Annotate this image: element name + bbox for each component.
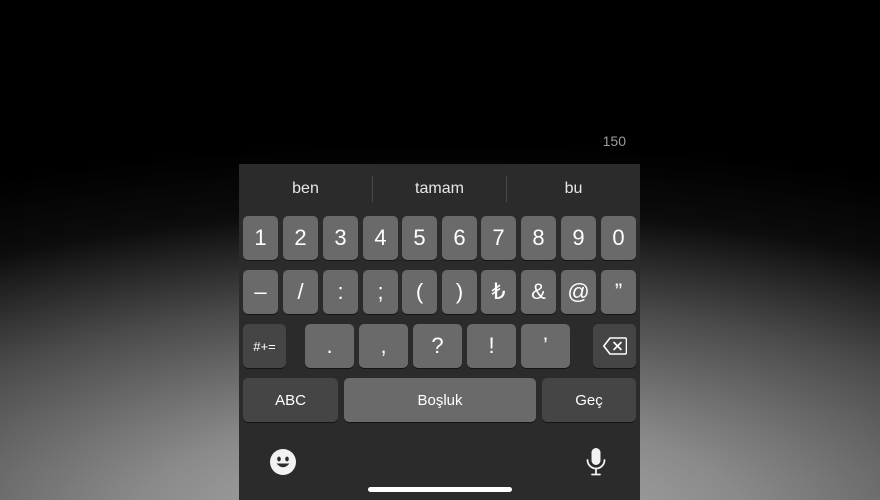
backspace-icon — [602, 337, 627, 355]
key-lira[interactable]: ₺ — [481, 270, 516, 314]
key-digit[interactable]: 4 — [363, 216, 398, 260]
dictation-button[interactable] — [578, 444, 614, 480]
key-colon[interactable]: : — [323, 270, 358, 314]
suggestion-3[interactable]: bu — [507, 176, 640, 202]
backspace-key[interactable] — [593, 324, 636, 368]
suggestion-1[interactable]: ben — [239, 176, 372, 202]
home-indicator[interactable] — [368, 487, 512, 492]
key-quote[interactable]: ” — [601, 270, 636, 314]
key-digit[interactable]: 9 — [561, 216, 596, 260]
key-comma[interactable]: , — [359, 324, 408, 368]
key-digit[interactable]: 0 — [601, 216, 636, 260]
suggestion-2[interactable]: tamam — [373, 176, 506, 202]
key-digit[interactable]: 6 — [442, 216, 477, 260]
abc-key[interactable]: ABC — [243, 378, 338, 422]
emoji-icon — [269, 448, 297, 476]
key-open-paren[interactable]: ( — [402, 270, 437, 314]
key-digit[interactable]: 8 — [521, 216, 556, 260]
key-ampersand[interactable]: & — [521, 270, 556, 314]
key-digit[interactable]: 1 — [243, 216, 278, 260]
key-digit[interactable]: 3 — [323, 216, 358, 260]
space-key[interactable]: Boşluk — [344, 378, 536, 422]
key-question[interactable]: ? — [413, 324, 462, 368]
key-semicolon[interactable]: ; — [363, 270, 398, 314]
key-exclamation[interactable]: ! — [467, 324, 516, 368]
suggestion-bar: ben tamam bu — [239, 164, 640, 212]
key-dash[interactable]: – — [243, 270, 278, 314]
character-counter: 150 — [602, 133, 626, 149]
key-digit[interactable]: 7 — [481, 216, 516, 260]
key-digit[interactable]: 2 — [283, 216, 318, 260]
key-period[interactable]: . — [305, 324, 354, 368]
key-close-paren[interactable]: ) — [442, 270, 477, 314]
emoji-button[interactable] — [265, 444, 301, 480]
return-key[interactable]: Geç — [542, 378, 636, 422]
key-slash[interactable]: / — [283, 270, 318, 314]
key-apostrophe[interactable]: ’ — [521, 324, 570, 368]
microphone-icon — [585, 447, 607, 477]
keyboard: ben tamam bu 1 2 3 4 5 6 7 8 9 0 – / : ;… — [239, 164, 640, 500]
key-digit[interactable]: 5 — [402, 216, 437, 260]
symbols-toggle-key[interactable]: #+= — [243, 324, 286, 368]
key-at[interactable]: @ — [561, 270, 596, 314]
